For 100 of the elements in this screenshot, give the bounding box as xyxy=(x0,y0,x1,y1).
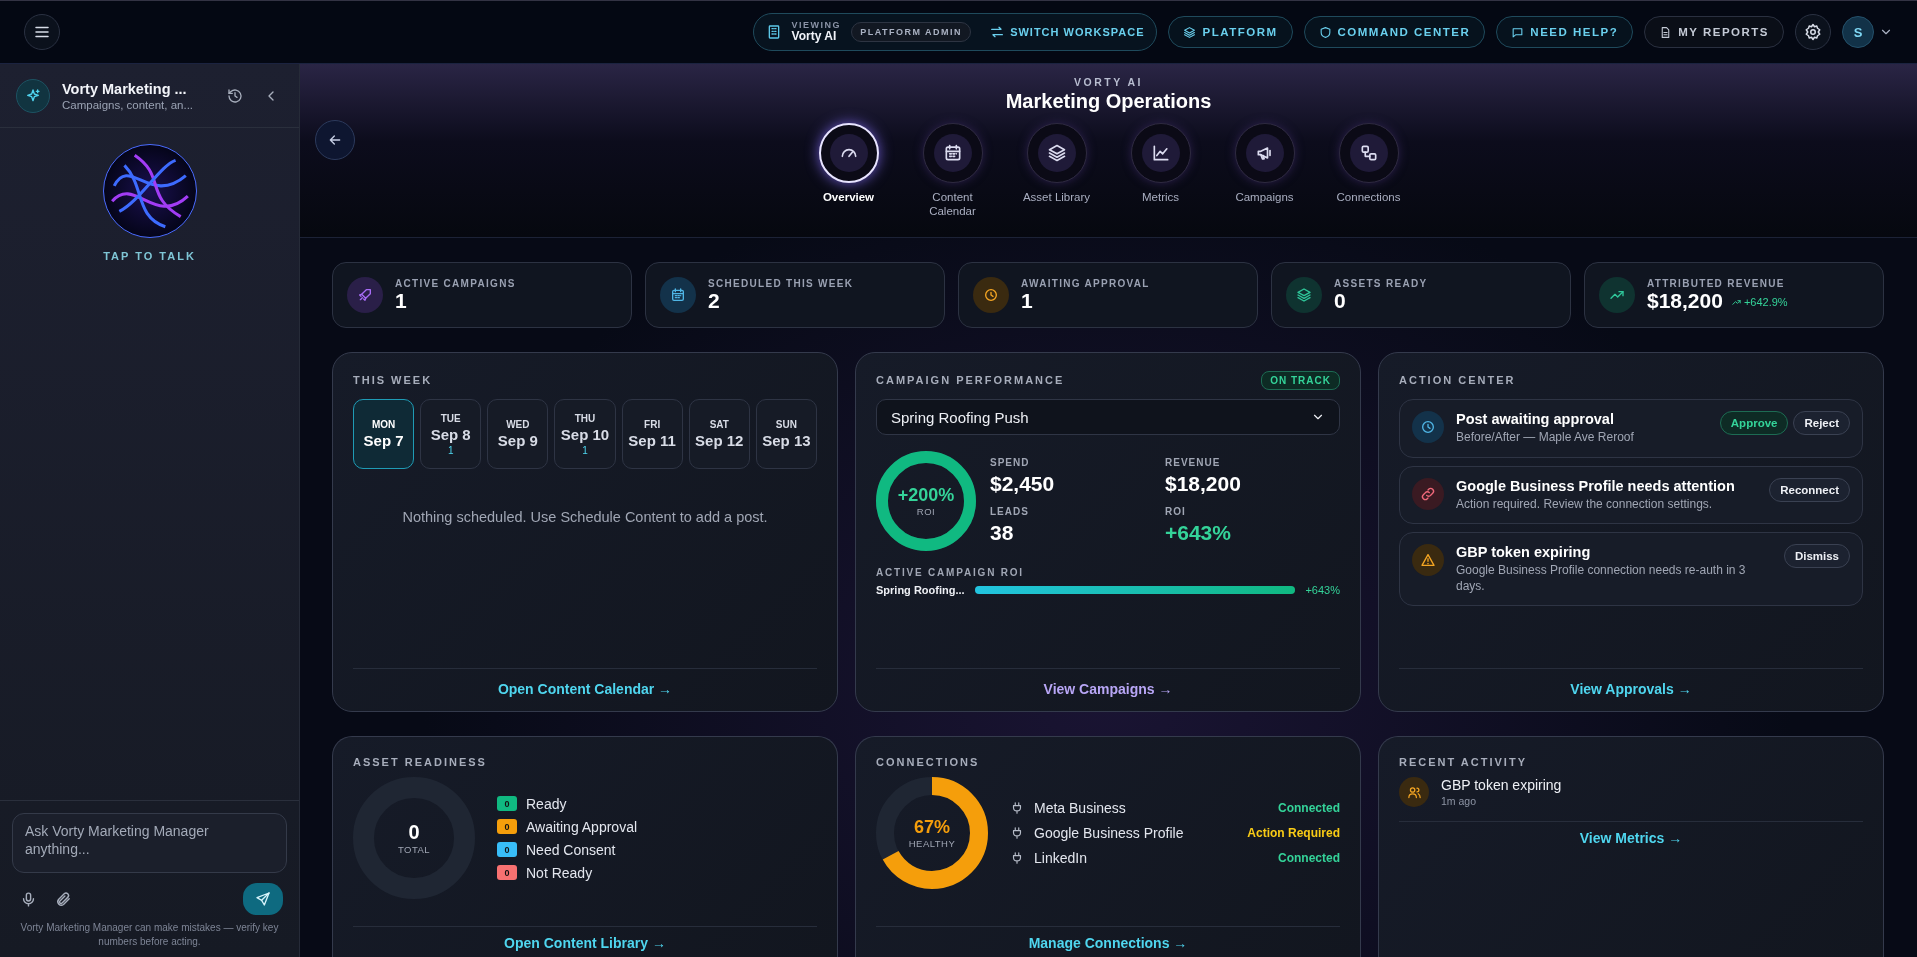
action-description: Action required. Review the connection settings. xyxy=(1456,496,1714,513)
send-button[interactable] xyxy=(243,883,283,915)
action-title: GBP token expiring xyxy=(1456,544,1592,561)
nav-button[interactable]: NEED HELP? xyxy=(1496,16,1634,48)
card-link[interactable]: Open Content Calendar → xyxy=(497,681,673,697)
metric-label: REVENUE xyxy=(1165,457,1222,468)
nav-button[interactable]: PLATFORM xyxy=(1168,16,1293,48)
layers-icon xyxy=(1046,143,1067,163)
day-pill[interactable]: SUN Sep 13 xyxy=(755,399,817,469)
user-avatar[interactable]: S xyxy=(1842,16,1874,48)
settings-icon xyxy=(1804,23,1822,41)
action-description: Google Business Profile connection needs re-auth in 3 days. xyxy=(1456,563,1747,595)
chat-bubble-icon xyxy=(1511,25,1525,39)
ring-value: +200% xyxy=(897,485,955,506)
calendar-icon xyxy=(670,287,686,303)
card-title: THIS WEEK xyxy=(353,374,433,386)
action-button[interactable]: Approve xyxy=(1719,411,1789,435)
stat-value: 0 xyxy=(1334,288,1346,313)
arrow-left-icon xyxy=(327,132,343,148)
card-link[interactable]: Open Content Library → xyxy=(504,935,666,951)
empty-state-text: Nothing scheduled. Use Schedule Content to add a post. xyxy=(401,509,769,525)
connection-status: Connected xyxy=(1278,801,1340,815)
action-button[interactable]: Reconnect xyxy=(1769,477,1850,502)
metric-label: LEADS xyxy=(990,506,1030,517)
connection-status: Action Required xyxy=(1247,826,1340,840)
stat-value: 2 xyxy=(708,288,720,313)
section-label: ACTIVE CAMPAIGN ROI xyxy=(876,567,1025,578)
menu-button[interactable] xyxy=(24,14,60,50)
paperclip-icon xyxy=(55,890,72,908)
metric-value: +643% xyxy=(1165,521,1232,545)
count-badge: 0 xyxy=(497,865,517,880)
day-pill[interactable]: SAT Sep 12 xyxy=(688,399,750,469)
card-title: RECENT ACTIVITY xyxy=(1399,756,1527,768)
plug-icon xyxy=(1010,801,1024,815)
card-title: ACTION CENTER xyxy=(1399,374,1516,386)
count-badge: 0 xyxy=(497,819,517,834)
nav-button[interactable]: MY REPORTS xyxy=(1644,16,1784,48)
count-badge: 0 xyxy=(497,796,517,811)
card-link[interactable]: View Approvals → xyxy=(1570,681,1692,697)
stat-label: ATTRIBUTED REVENUE xyxy=(1647,277,1786,289)
role-badge: PLATFORM ADMIN xyxy=(851,22,972,42)
day-pill[interactable]: TUE Sep 8 1 xyxy=(420,399,482,469)
card-title: CONNECTIONS xyxy=(876,756,980,768)
day-pill[interactable]: WED Sep 9 xyxy=(487,399,549,469)
sparkle-icon xyxy=(25,87,41,104)
day-pill[interactable]: FRI Sep 11 xyxy=(621,399,683,469)
legend-label: Ready xyxy=(526,795,567,812)
back-button[interactable] xyxy=(315,120,355,160)
connection-name: LinkedIn xyxy=(1034,850,1088,866)
stat-value: 1 xyxy=(395,288,407,313)
clock-icon xyxy=(983,287,999,303)
card-title: ASSET READINESS xyxy=(353,756,487,768)
card-link[interactable]: View Metrics → xyxy=(1579,830,1683,846)
day-pill[interactable]: MON Sep 7 xyxy=(353,399,415,469)
layers-icon xyxy=(1183,25,1197,39)
roi-value: +643% xyxy=(1305,584,1340,596)
connection-name: Meta Business xyxy=(1034,800,1127,816)
viewing-label: VIEWING xyxy=(791,21,842,31)
metric-value: $2,450 xyxy=(990,472,1056,496)
app-eyebrow: VORTY AI xyxy=(1074,76,1143,88)
disclaimer-text: Vorty Marketing Manager can make mistakes — verify key numbers before acting. xyxy=(19,921,280,949)
microphone-icon xyxy=(20,890,37,908)
switch-workspace-button[interactable]: SWITCH WORKSPACE xyxy=(981,18,1153,46)
clock-icon xyxy=(1420,419,1436,435)
legend-label: Awaiting Approval xyxy=(526,818,638,835)
action-button[interactable]: Reject xyxy=(1793,411,1850,435)
action-button[interactable]: Dismiss xyxy=(1783,544,1850,569)
stat-label: AWAITING APPROVAL xyxy=(1021,277,1150,289)
stat-label: ASSETS READY xyxy=(1334,277,1428,289)
legend-label: Need Consent xyxy=(526,841,616,858)
metric-value: $18,200 xyxy=(1165,472,1242,496)
campaign-select[interactable]: Spring Roofing Push xyxy=(876,399,1340,435)
metric-value: 38 xyxy=(990,521,1015,545)
donut-label: HEALTHY xyxy=(908,838,956,849)
layers-icon xyxy=(1296,287,1312,303)
rocket-icon xyxy=(357,287,373,303)
count-badge: 0 xyxy=(497,842,517,857)
legend-label: Not Ready xyxy=(526,864,593,881)
action-description: Before/After — Maple Ave Reroof xyxy=(1456,430,1635,446)
plug-icon xyxy=(1010,826,1024,840)
assistant-description: Campaigns, content, an... xyxy=(62,98,195,111)
settings-button[interactable] xyxy=(1795,14,1831,50)
stat-value: 1 xyxy=(1021,288,1033,313)
message-input[interactable]: Ask Vorty Marketing Manager anything... xyxy=(12,813,287,873)
card-link[interactable]: Manage Connections → xyxy=(1028,935,1188,951)
shield-icon xyxy=(1318,25,1332,39)
card-link[interactable]: View Campaigns → xyxy=(1043,681,1173,697)
campaign-name: Spring Roofing... xyxy=(876,584,965,596)
donut-value: 0 xyxy=(408,821,420,844)
link-icon xyxy=(1420,485,1436,502)
warning-icon xyxy=(1420,552,1436,569)
metric-label: ROI xyxy=(1165,506,1187,517)
donut-value: 67% xyxy=(914,817,950,838)
tap-to-talk-label: TAP TO TALK xyxy=(103,250,196,262)
donut-label: TOTAL xyxy=(397,844,431,855)
change-value: +642.9% xyxy=(1743,296,1788,308)
send-icon xyxy=(255,891,271,907)
day-pill[interactable]: THU Sep 10 1 xyxy=(554,399,616,469)
nav-button[interactable]: COMMAND CENTER xyxy=(1303,16,1486,48)
connection-name: Google Business Profile xyxy=(1034,825,1185,841)
